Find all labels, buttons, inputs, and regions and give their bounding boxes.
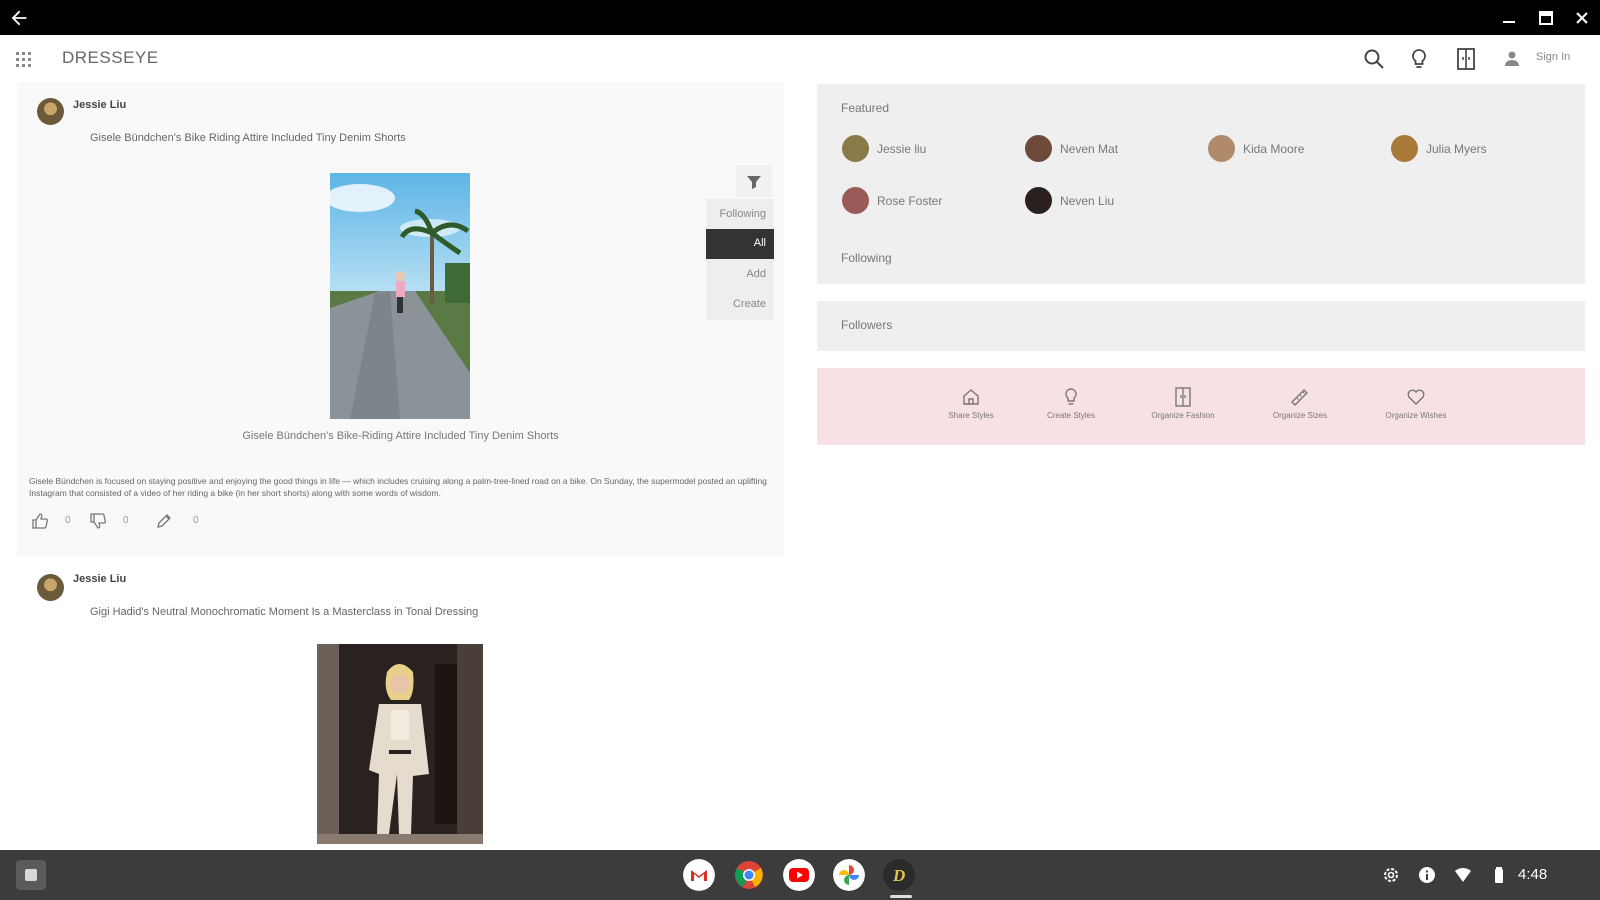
person-name: Jessie liu: [877, 142, 927, 156]
featured-person[interactable]: Neven Liu: [1025, 187, 1205, 215]
author-avatar[interactable]: [37, 98, 64, 125]
featured-person[interactable]: Julia Myers: [1391, 135, 1571, 163]
arrow-left-icon[interactable]: [8, 7, 30, 29]
brand-title[interactable]: DRESSEYE: [62, 48, 159, 68]
person-avatar: [1208, 135, 1235, 162]
feature-label: Create Styles: [1046, 411, 1096, 420]
featured-person[interactable]: Jessie liu: [842, 135, 1022, 163]
youtube-icon[interactable]: [783, 859, 815, 891]
user-icon[interactable]: [1502, 49, 1522, 69]
featured-person[interactable]: Kida Moore: [1208, 135, 1388, 163]
ruler-icon: [1291, 389, 1308, 406]
filter-following[interactable]: Following: [720, 208, 766, 220]
feature-organize-fashion[interactable]: Organize Fashion: [1133, 386, 1233, 420]
photos-icon[interactable]: [833, 859, 865, 891]
filter-menu: Following All Add Create: [706, 199, 774, 320]
person-avatar: [842, 135, 869, 162]
info-icon[interactable]: [1418, 866, 1436, 884]
feature-label: Share Styles: [948, 411, 994, 420]
post-card: Jessie Liu Gigi Hadid's Neutral Monochro…: [17, 556, 784, 850]
featured-person[interactable]: Neven Mat: [1025, 135, 1205, 163]
lightbulb-icon: [1065, 388, 1077, 405]
feed-column: Jessie Liu Gisele Bündchen's Bike Riding…: [17, 82, 784, 850]
post-actions: 0 0 0: [31, 512, 231, 530]
post-body: Gisele Bündchen is focused on staying po…: [29, 476, 767, 498]
post-author[interactable]: Jessie Liu: [73, 573, 126, 585]
dislike-icon[interactable]: [89, 512, 107, 530]
post-card: Jessie Liu Gisele Bündchen's Bike Riding…: [17, 82, 784, 556]
minimize-icon[interactable]: [1500, 9, 1518, 27]
filter-add[interactable]: Add: [746, 268, 766, 280]
heart-icon: [1407, 389, 1425, 405]
person-name: Rose Foster: [877, 194, 943, 208]
feature-create-styles[interactable]: Create Styles: [1021, 386, 1121, 420]
active-app-indicator: [890, 895, 912, 898]
clock[interactable]: 4:48: [1518, 866, 1547, 883]
feature-organize-wishes[interactable]: Organize Wishes: [1366, 386, 1466, 420]
featured-panel: Featured Jessie liu Neven Mat Kida Moore…: [817, 84, 1585, 284]
edit-icon[interactable]: [155, 512, 173, 530]
followers-title[interactable]: Followers: [841, 318, 892, 332]
window-titlebar: [0, 0, 1600, 35]
feature-label: Organize Sizes: [1272, 411, 1328, 420]
launcher-icon: [25, 869, 37, 881]
post-image-bike[interactable]: [330, 173, 470, 419]
person-avatar: [1025, 187, 1052, 214]
person-name: Julia Myers: [1426, 142, 1487, 156]
lightbulb-icon[interactable]: [1407, 47, 1431, 71]
battery-icon[interactable]: [1490, 866, 1508, 884]
feature-label: Organize Wishes: [1385, 411, 1447, 420]
grid-menu-icon[interactable]: [14, 49, 34, 69]
wifi-icon[interactable]: [1454, 866, 1472, 884]
person-name: Neven Mat: [1060, 142, 1119, 156]
edit-count: 0: [193, 515, 199, 526]
filter-icon[interactable]: [736, 165, 772, 197]
maximize-icon[interactable]: [1537, 9, 1555, 27]
post-headline[interactable]: Gigi Hadid's Neutral Monochromatic Momen…: [90, 606, 478, 618]
following-title[interactable]: Following: [841, 251, 892, 265]
search-icon[interactable]: [1362, 47, 1386, 71]
person-name: Neven Liu: [1060, 194, 1115, 208]
post-author[interactable]: Jessie Liu: [73, 99, 126, 111]
dislike-count: 0: [123, 515, 129, 526]
feature-label: Organize Fashion: [1151, 411, 1215, 420]
launcher-button[interactable]: [16, 860, 46, 890]
image-caption: Gisele Bündchen's Bike-Riding Attire Inc…: [242, 430, 559, 442]
chrome-icon[interactable]: [733, 859, 765, 891]
author-avatar[interactable]: [37, 574, 64, 601]
person-avatar: [1025, 135, 1052, 162]
home-icon: [963, 389, 979, 405]
dresseye-icon[interactable]: D: [883, 859, 915, 891]
filter-create[interactable]: Create: [733, 298, 766, 310]
app-header: DRESSEYE Sign In: [0, 35, 1600, 82]
system-shelf: D 4:48: [0, 850, 1600, 900]
features-bar: Share Styles Create Styles Organize Fash…: [817, 368, 1585, 445]
person-name: Kida Moore: [1243, 142, 1305, 156]
filter-all[interactable]: All: [706, 229, 774, 259]
gmail-icon[interactable]: [683, 859, 715, 891]
svg-text:D: D: [892, 866, 905, 885]
featured-title: Featured: [841, 101, 890, 115]
feature-share-styles[interactable]: Share Styles: [921, 386, 1021, 420]
like-count: 0: [65, 515, 71, 526]
like-icon[interactable]: [31, 512, 49, 530]
followers-panel: Followers: [817, 301, 1585, 351]
featured-person[interactable]: Rose Foster: [842, 187, 1022, 215]
wardrobe-icon: [1175, 387, 1191, 407]
post-image-outfit[interactable]: [317, 644, 483, 844]
post-headline[interactable]: Gisele Bündchen's Bike Riding Attire Inc…: [90, 132, 406, 144]
feature-organize-sizes[interactable]: Organize Sizes: [1250, 386, 1350, 420]
wardrobe-icon[interactable]: [1454, 47, 1478, 71]
person-avatar: [1391, 135, 1418, 162]
person-avatar: [842, 187, 869, 214]
close-icon[interactable]: [1573, 9, 1591, 27]
sign-in-link[interactable]: Sign In: [1536, 51, 1570, 63]
settings-icon[interactable]: [1382, 866, 1400, 884]
